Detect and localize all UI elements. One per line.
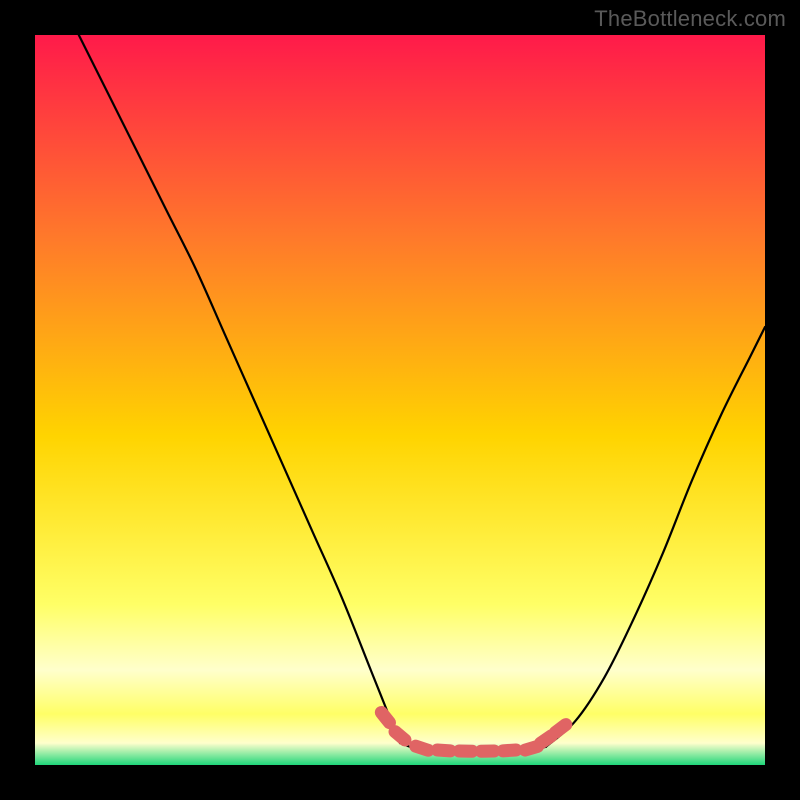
- plot-area: [35, 35, 765, 765]
- bottleneck-curve-chart: [35, 35, 765, 765]
- watermark-text: TheBottleneck.com: [594, 6, 786, 32]
- gradient-background: [35, 35, 765, 765]
- chart-frame: TheBottleneck.com: [0, 0, 800, 800]
